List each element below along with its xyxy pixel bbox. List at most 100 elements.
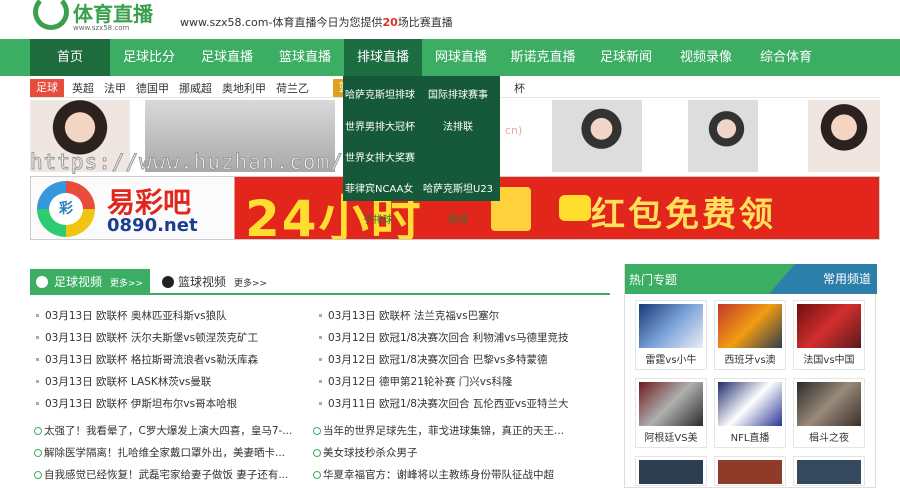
video-item[interactable]: 03月12日 德甲第21轮补赛 门兴vs科隆 [313, 371, 610, 393]
video-item[interactable]: 03月13日 欧联杯 沃尔夫斯堡vs顿涅茨克矿工 [30, 327, 315, 349]
topic-caption: 楫斗之夜 [809, 433, 849, 444]
photo-thumb[interactable] [552, 100, 642, 172]
nav-tennis-live[interactable]: 网球直播 [422, 39, 500, 76]
topic-thumb [718, 382, 782, 426]
topic-card[interactable] [793, 456, 865, 486]
hot-topics-title[interactable]: 热门专题 [629, 271, 677, 288]
topic-caption: 阿根廷VS美 [644, 433, 698, 444]
tab-football-video[interactable]: 足球视频 更多>> [30, 269, 150, 295]
video-item[interactable]: 03月13日 欧联杯 格拉斯哥流浪者vs勒沃库森 [30, 349, 315, 371]
photo-thumb[interactable] [808, 100, 880, 172]
basketball-icon [162, 276, 174, 288]
logo-text: 体育直播 [73, 2, 153, 26]
topic-card[interactable]: 雷霆vs小牛 [635, 300, 707, 370]
video-item[interactable]: 03月11日 欧冠1/8决赛次回合 瓦伦西亚vs亚特兰大 [313, 393, 610, 415]
bullet-icon [36, 357, 39, 361]
football-icon [36, 276, 48, 288]
news-item[interactable]: 华夏幸福官方：谢峰将以主教练身份带队征战中超 [313, 464, 610, 486]
video-tabs: 足球视频 更多>> 篮球视频 更多>> [30, 265, 610, 295]
dropdown-item[interactable]: 哈萨克斯坦U23 [423, 180, 493, 195]
news-item[interactable]: 太强了！我看晕了，C罗大爆发上演大四喜，皇马7-... [34, 420, 312, 442]
video-item[interactable]: 03月12日 欧冠1/8决赛次回合 巴黎vs多特蒙德 [313, 349, 610, 371]
banner-site: 0890.net [107, 215, 198, 236]
league-link[interactable]: 荷兰乙 [276, 80, 309, 96]
slogan-suffix: 场比赛直播 [397, 16, 453, 29]
nav-volleyball-live[interactable]: 排球直播 [344, 39, 422, 76]
dropdown-item[interactable]: 国际排球赛事 [428, 86, 488, 101]
topic-card[interactable]: 楫斗之夜 [793, 378, 865, 448]
nav-basketball-live[interactable]: 篮球直播 [266, 39, 344, 76]
cup-link[interactable]: 杯 [514, 80, 525, 96]
dropdown-item[interactable]: 世界男排大冠杯 [345, 118, 415, 133]
league-link[interactable]: 法甲 [104, 80, 126, 96]
video-item[interactable]: 03月13日 欧联杯 奥林匹亚科斯vs狼队 [30, 305, 315, 327]
topic-card[interactable] [714, 456, 786, 486]
league-link[interactable]: 德国甲 [136, 80, 169, 96]
news-title: 美女球技秒杀众男子 [323, 447, 418, 459]
video-item[interactable]: 03月13日 欧联杯 伊斯坦布尔vs哥本哈根 [30, 393, 315, 415]
bullet-icon [319, 401, 322, 405]
league-link[interactable]: 挪威超 [179, 80, 212, 96]
dropdown-item[interactable]: 世界女排大奖赛 [345, 149, 415, 164]
topic-card[interactable] [635, 456, 707, 486]
dropdown-item[interactable]: 法排联 [443, 118, 473, 133]
tab-basketball-video[interactable]: 篮球视频 更多>> [158, 269, 298, 295]
news-title: 当年的世界足球先生，菲戈进球集锦，真正的天王... [323, 425, 565, 437]
news-item[interactable]: 当年的世界足球先生，菲戈进球集锦，真正的天王... [313, 420, 610, 442]
dropdown-item[interactable]: 菲律宾NCAA女 [345, 180, 413, 195]
video-list-left: 03月13日 欧联杯 奥林匹亚科斯vs狼队 03月13日 欧联杯 沃尔夫斯堡vs… [30, 305, 315, 415]
logo-url: www.szx58.com [73, 24, 130, 32]
video-title: 03月13日 欧联杯 法兰克福vs巴塞尔 [328, 310, 500, 322]
news-title: 太强了！我看晕了，C罗大爆发上演大四喜，皇马7-... [44, 425, 293, 437]
bullet-ring-icon [34, 427, 42, 435]
league-link[interactable]: 奥地利甲 [222, 80, 266, 96]
news-item[interactable]: 美女球技秒杀众男子 [313, 442, 610, 464]
video-title: 03月13日 欧联杯 LASK林茨vs曼联 [45, 376, 212, 388]
hot-topics-panel: 热门专题 常用频道 雷霆vs小牛 西班牙vs澳 法国vs中国 阿根廷VS美 NF… [624, 264, 877, 488]
video-section: 足球视频 更多>> 篮球视频 更多>> 03月13日 欧联杯 奥林匹亚科斯vs狼队 … [30, 265, 610, 488]
nav-football-live[interactable]: 足球直播 [188, 39, 266, 76]
bullet-icon [36, 401, 39, 405]
bullet-ring-icon [313, 471, 321, 479]
video-title: 03月13日 欧联杯 奥林匹亚科斯vs狼队 [45, 310, 227, 322]
dropdown-item[interactable]: 子排球 [363, 211, 393, 226]
video-item[interactable]: 03月13日 欧联杯 LASK林茨vs曼联 [30, 371, 315, 393]
topic-card[interactable]: 西班牙vs澳 [714, 300, 786, 370]
nav-sports[interactable]: 综合体育 [746, 39, 826, 76]
photo-thumb[interactable] [688, 100, 758, 172]
site-logo[interactable]: 体育直播 www.szx58.com [33, 0, 163, 36]
tab-label: 篮球视频 [178, 275, 227, 289]
tab-label: 足球视频 [54, 275, 103, 289]
nav-home[interactable]: 首页 [30, 39, 110, 76]
bullet-icon [319, 335, 322, 339]
video-title: 03月13日 欧联杯 伊斯坦布尔vs哥本哈根 [45, 398, 238, 410]
topic-card[interactable]: 阿根廷VS美 [635, 378, 707, 448]
bullet-ring-icon [34, 449, 42, 457]
nav-video[interactable]: 视频录像 [666, 39, 746, 76]
news-item[interactable]: 解除医学隔离！扎哈维全家戴口罩外出，美妻晒卡... [34, 442, 312, 464]
video-item[interactable]: 03月12日 欧冠1/8决赛次回合 利物浦vs马德里竞技 [313, 327, 610, 349]
topic-thumb [639, 304, 703, 348]
topic-thumb [718, 304, 782, 348]
more-link[interactable]: 更多>> [110, 279, 143, 289]
news-item[interactable]: 自我感觉已经恢复！武磊宅家给妻子做饭 妻子还有... [34, 464, 312, 486]
slogan-count: 20 [382, 16, 398, 29]
topic-thumb [797, 460, 861, 484]
channel-tab[interactable]: 常用频道 [769, 264, 877, 294]
bullet-icon [36, 313, 39, 317]
nav-football-score[interactable]: 足球比分 [110, 39, 188, 76]
topic-caption: 雷霆vs小牛 [645, 355, 697, 366]
more-link[interactable]: 更多>> [234, 279, 267, 289]
topic-card[interactable]: NFL直播 [714, 378, 786, 448]
dropdown-item[interactable]: 排球 [448, 211, 468, 226]
dropdown-item[interactable]: 哈萨克斯坦排球 [345, 86, 415, 101]
news-list-right: 当年的世界足球先生，菲戈进球集锦，真正的天王... 美女球技秒杀众男子 华夏幸福… [313, 420, 610, 486]
league-link[interactable]: 英超 [72, 80, 94, 96]
topic-thumb [639, 460, 703, 484]
video-title: 03月11日 欧冠1/8决赛次回合 瓦伦西亚vs亚特兰大 [328, 398, 569, 410]
video-item[interactable]: 03月13日 欧联杯 法兰克福vs巴塞尔 [313, 305, 610, 327]
nav-snooker-live[interactable]: 斯诺克直播 [500, 39, 586, 76]
topic-card[interactable]: 法国vs中国 [793, 300, 865, 370]
nav-football-news[interactable]: 足球新闻 [586, 39, 666, 76]
football-tag[interactable]: 足球 [30, 78, 64, 97]
